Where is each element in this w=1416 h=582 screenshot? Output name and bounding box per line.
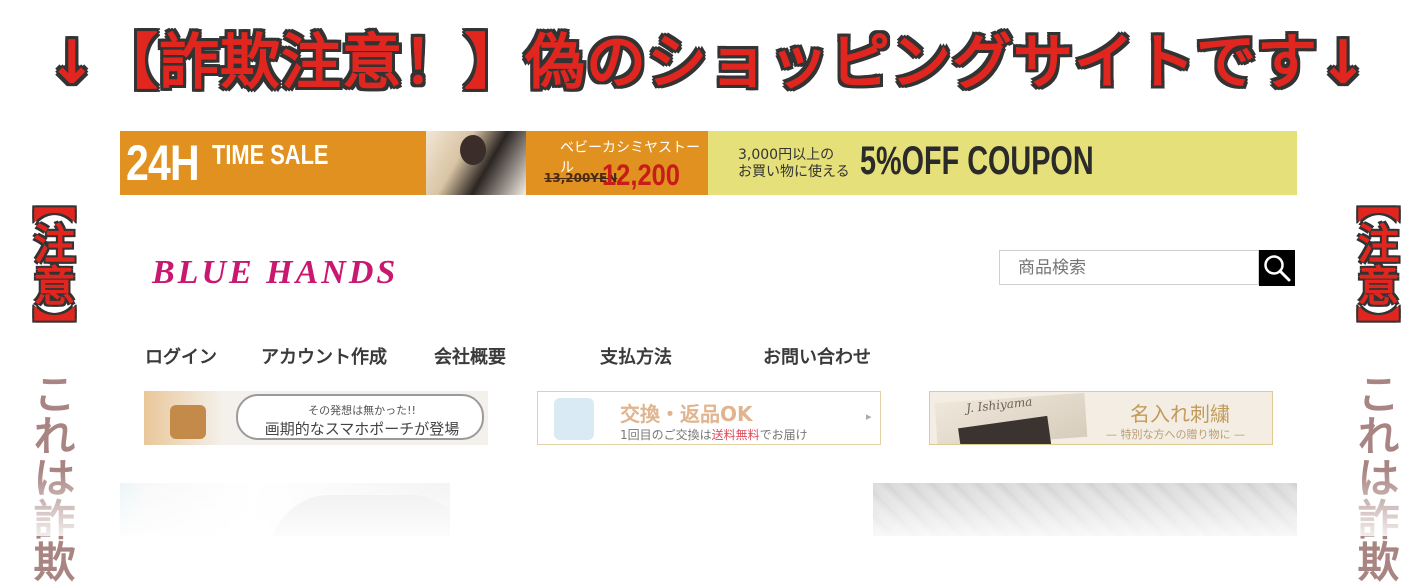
nav-company[interactable]: 会社概要 — [434, 343, 506, 369]
coupon-banner[interactable]: 3,000円以上の お買い物に使える 5%OFF COUPON — [708, 131, 1297, 195]
exchange-title: 交換・返品OK — [620, 402, 753, 426]
phone-pouch-banner[interactable]: その発想は無かった!! 画期的なスマホポーチが登場 — [144, 391, 488, 445]
exchange-sub-b: でお届け — [759, 428, 808, 442]
coupon-condition-line2: お買い物に使える — [738, 164, 850, 180]
time-sale-banner[interactable]: 24H TIME SALE ベビーカシミヤストール 13,200YEN 12,2… — [120, 131, 708, 195]
embroidery-title: 名入れ刺繍 — [1130, 402, 1230, 426]
side-warning-text: これは詐欺 — [1351, 372, 1400, 582]
search-icon — [1264, 255, 1291, 282]
free-shipping-text: 送料無料 — [711, 428, 760, 442]
nav-login[interactable]: ログイン — [145, 343, 217, 369]
side-warning-text: これは詐欺 — [27, 372, 76, 582]
coupon-condition: 3,000円以上の お買い物に使える — [738, 147, 850, 181]
pouch-headline: 画期的なスマホポーチが登場 — [264, 420, 460, 438]
nav-create-account[interactable]: アカウント作成 — [261, 343, 387, 369]
nav-contact[interactable]: お問い合わせ — [763, 343, 871, 369]
search-input[interactable] — [999, 250, 1259, 285]
site-logo[interactable]: BLUE HANDS — [152, 254, 398, 292]
exchange-return-banner[interactable]: 交換・返品OK 1回目のご交換は送料無料でお届け ▸ — [537, 391, 881, 445]
fraud-warning-headline: ↓【詐欺注意！】偽のショッピングサイトです↓ — [46, 28, 1370, 98]
side-warning-left: 【注意】これは詐欺 — [14, 180, 76, 582]
embroidery-banner[interactable]: J. Ishiyama 名入れ刺繍 — 特別な方への贈り物に — — [929, 391, 1273, 445]
sale-24h-label: 24H — [126, 135, 200, 191]
model-head — [460, 135, 486, 165]
nav-payment[interactable]: 支払方法 — [600, 343, 672, 369]
coupon-condition-line1: 3,000円以上の — [738, 147, 835, 163]
embroidery-subtitle: — 特別な方への贈り物に — — [1106, 428, 1245, 441]
speech-bubble: その発想は無かった!! 画期的なスマホポーチが登場 — [236, 394, 484, 440]
side-warning-label: 【注意】 — [1351, 180, 1400, 348]
sale-price: 12,200 YEN — [602, 159, 681, 195]
exchange-sub-a: 1回目のご交換は — [620, 428, 712, 442]
chevron-right-icon: ▸ — [866, 410, 872, 423]
product-shape — [270, 495, 450, 536]
side-warning-right: 【注意】これは詐欺 — [1338, 180, 1400, 582]
pouch-tagline: その発想は無かった!! — [308, 404, 416, 417]
search-button[interactable] — [1259, 250, 1295, 286]
pouch-bag-shape — [170, 405, 206, 439]
product-image-left[interactable] — [120, 483, 450, 536]
delivery-person-icon — [554, 398, 594, 440]
time-sale-label: TIME SALE — [212, 139, 329, 170]
product-image-right[interactable] — [873, 483, 1297, 536]
side-warning-label: 【注意】 — [27, 180, 76, 348]
exchange-subtitle: 1回目のご交換は送料無料でお届け — [620, 426, 808, 443]
coupon-title: 5%OFF COUPON — [860, 139, 1094, 183]
